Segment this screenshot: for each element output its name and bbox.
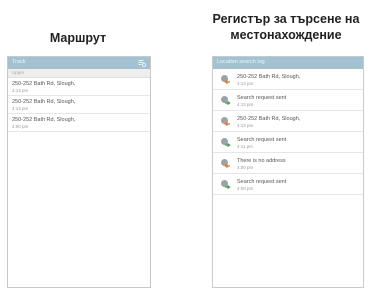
no-address-icon: [221, 159, 230, 169]
caption-line-2: местонахождение: [230, 28, 342, 42]
log-item-time: 4:12 pm: [237, 123, 254, 128]
list-settings-icon[interactable]: [138, 59, 146, 67]
log-item[interactable]: Search request sent 4:11 pm: [213, 132, 363, 153]
list-subheader: Upper: [8, 69, 150, 78]
log-item-title: Search request sent: [237, 137, 287, 143]
log-item-title: Search request sent: [237, 95, 287, 101]
title-bar: Location search log: [213, 57, 363, 69]
title-bar: Track: [8, 57, 150, 69]
request-sent-icon: [221, 138, 231, 148]
log-item-title: 250-252 Bath Rd, Slough,: [237, 74, 301, 80]
log-item-title: 250-252 Bath Rd, Slough,: [237, 116, 301, 122]
log-item[interactable]: Search request sent 4:00 pm: [213, 174, 363, 195]
track-screen: Track Upper 250-252 Bath Rd, Slough, 4:13…: [7, 56, 151, 288]
list-item[interactable]: 250-252 Bath Rd, Slough, 4:00 pm: [8, 114, 150, 132]
log-item-title: There is no address: [237, 158, 286, 164]
log-item[interactable]: 250-252 Bath Rd, Slough, 4:12 pm: [213, 111, 363, 132]
item-address: 250-252 Bath Rd, Slough,: [12, 99, 76, 105]
request-sent-icon: [221, 180, 231, 190]
screen-title: Location search log: [217, 59, 265, 65]
log-item-time: 4:00 pm: [237, 165, 254, 170]
item-time: 4:00 pm: [12, 124, 29, 129]
list-item[interactable]: 250-252 Bath Rd, Slough, 4:13 pm: [8, 96, 150, 114]
log-item-time: 4:00 pm: [237, 186, 254, 191]
list-item[interactable]: 250-252 Bath Rd, Slough, 4:13 pm: [8, 78, 150, 96]
screen-title: Track: [12, 59, 26, 65]
log-item-time: 4:13 pm: [237, 102, 254, 107]
caption-line-1: Регистър за търсене на: [212, 12, 360, 26]
location-found-icon: [221, 117, 230, 127]
location-search-log-caption: Регистър за търсене на местонахождение: [196, 11, 376, 43]
route-caption: Маршрут: [49, 31, 107, 45]
log-item-time: 4:13 pm: [237, 81, 254, 86]
search-log-list: 250-252 Bath Rd, Slough, 4:13 pm Search re…: [213, 69, 363, 195]
request-sent-icon: [221, 96, 231, 106]
item-time: 4:13 pm: [12, 106, 29, 111]
location-found-icon: [221, 75, 230, 85]
log-item[interactable]: There is no address 4:00 pm: [213, 153, 363, 174]
log-item[interactable]: Search request sent 4:13 pm: [213, 90, 363, 111]
item-address: 250-252 Bath Rd, Slough,: [12, 81, 76, 87]
item-time: 4:13 pm: [12, 88, 29, 93]
log-item-time: 4:11 pm: [237, 144, 253, 149]
log-item-title: Search request sent: [237, 179, 287, 185]
log-item[interactable]: 250-252 Bath Rd, Slough, 4:13 pm: [213, 69, 363, 90]
item-address: 250-252 Bath Rd, Slough,: [12, 117, 76, 123]
location-search-log-screen: Location search log 250-252 Bath Rd, Slo…: [212, 56, 364, 288]
track-list: 250-252 Bath Rd, Slough, 4:13 pm 250-252 B…: [8, 78, 150, 132]
